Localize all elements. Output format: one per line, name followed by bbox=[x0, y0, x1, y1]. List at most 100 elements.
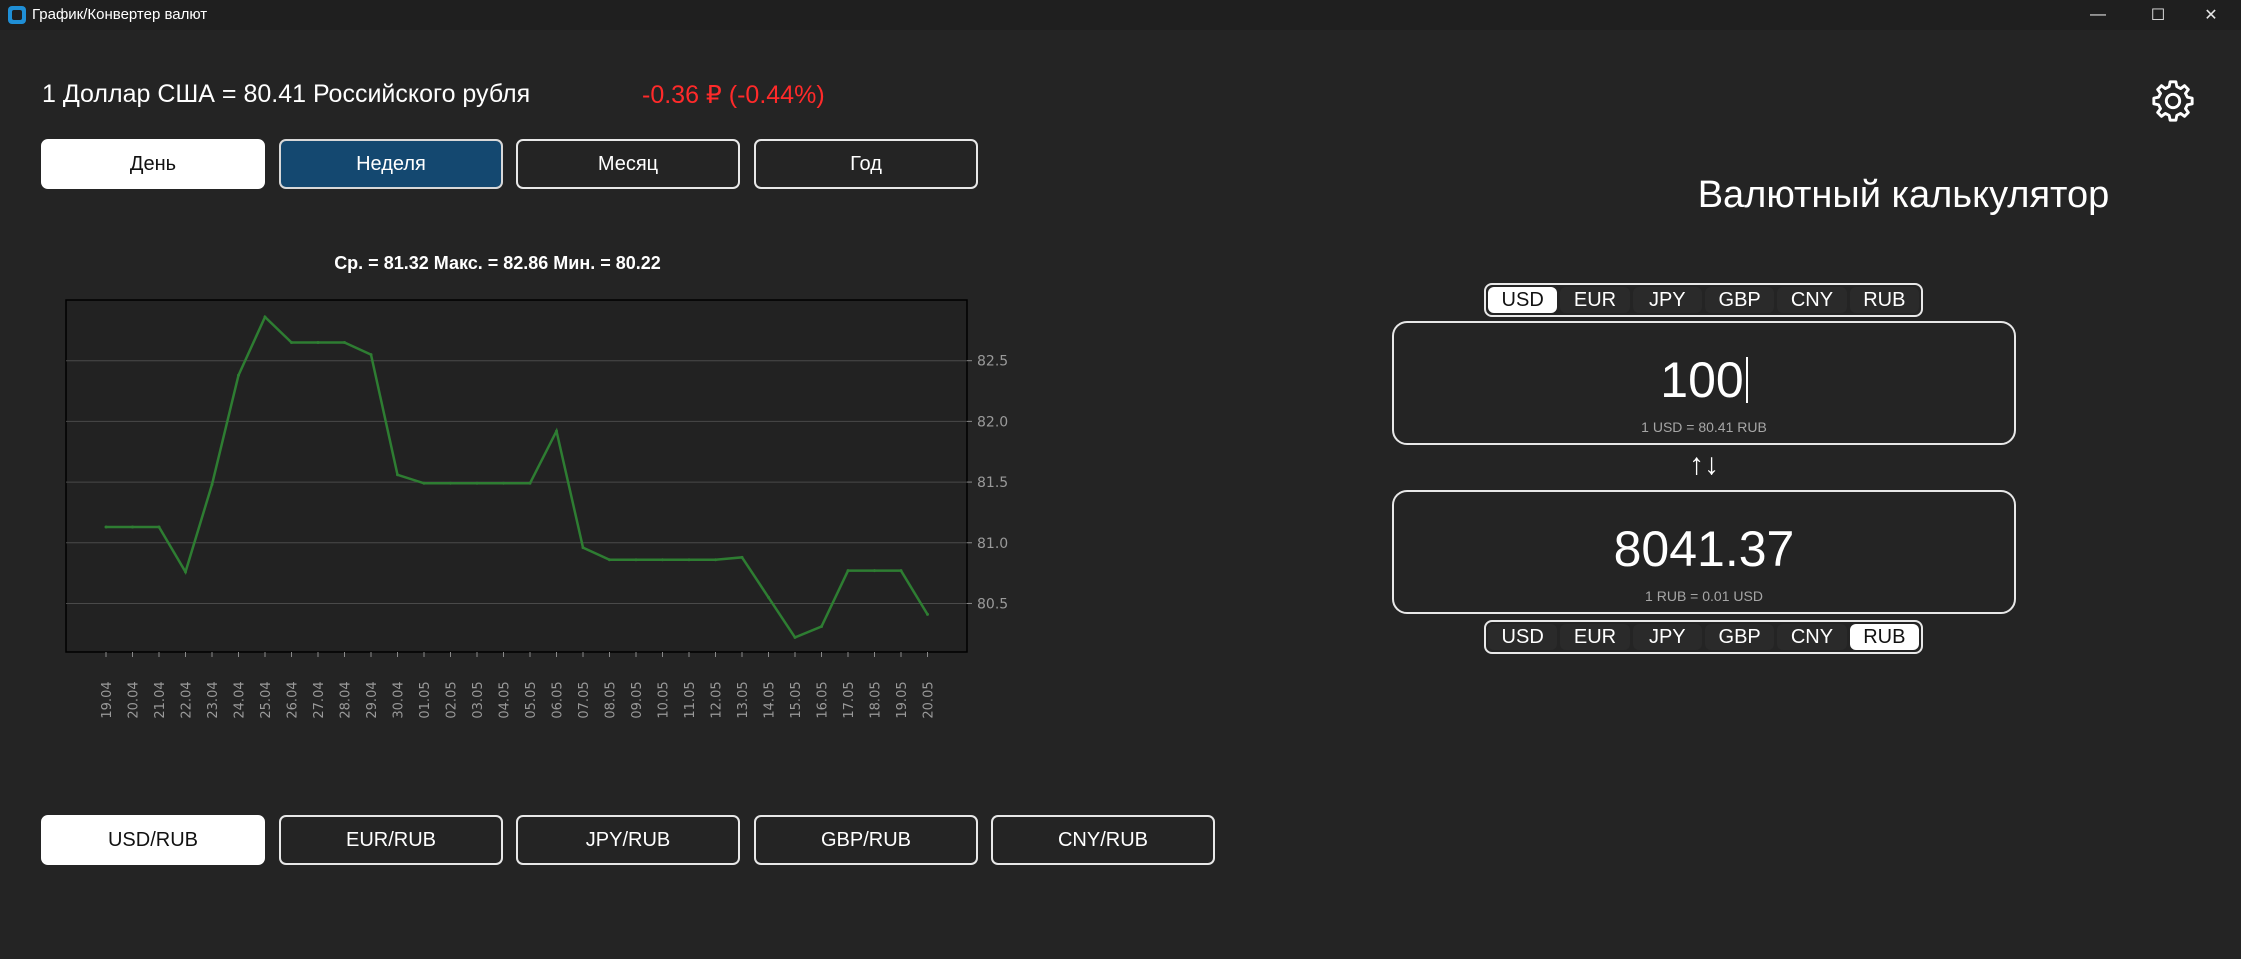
x-tick-label: 04.05 bbox=[498, 681, 513, 718]
data-point bbox=[926, 612, 929, 616]
to-currency-usd[interactable]: USD bbox=[1488, 624, 1558, 650]
data-point bbox=[104, 525, 108, 529]
rate-change: -0.36 ₽ (-0.44%) bbox=[642, 81, 825, 109]
to-currency-eur[interactable]: EUR bbox=[1560, 624, 1630, 650]
x-tick-label: 20.05 bbox=[922, 681, 937, 718]
x-tick-label: 19.05 bbox=[895, 681, 910, 718]
x-tick-label: 13.05 bbox=[736, 681, 751, 718]
period-month-button[interactable]: Месяц bbox=[516, 139, 740, 189]
data-point bbox=[316, 340, 320, 344]
to-currency-cny[interactable]: CNY bbox=[1777, 624, 1847, 650]
data-point bbox=[369, 353, 373, 357]
from-currency-usd[interactable]: USD bbox=[1488, 287, 1558, 313]
data-point bbox=[396, 473, 399, 477]
x-tick-label: 12.05 bbox=[710, 681, 725, 718]
data-point bbox=[740, 555, 744, 559]
data-point bbox=[449, 481, 452, 485]
x-tick-label: 26.04 bbox=[286, 681, 301, 718]
pair-usd-rub-button[interactable]: USD/RUB bbox=[41, 815, 265, 865]
pair-cny-rub-button[interactable]: CNY/RUB bbox=[991, 815, 1215, 865]
data-point bbox=[237, 373, 240, 377]
data-point bbox=[793, 635, 797, 639]
from-currency-gbp[interactable]: GBP bbox=[1704, 287, 1775, 313]
data-point bbox=[714, 558, 717, 562]
y-tick-label: 82.5 bbox=[977, 354, 1008, 370]
data-point bbox=[422, 481, 426, 485]
data-point bbox=[634, 558, 638, 562]
from-amount-field[interactable]: 100 1 USD = 80.41 RUB bbox=[1392, 321, 2016, 445]
data-point bbox=[661, 558, 664, 562]
from-currency-jpy[interactable]: JPY bbox=[1632, 287, 1702, 313]
x-tick-label: 24.04 bbox=[233, 681, 248, 718]
app-icon bbox=[8, 6, 26, 24]
data-point bbox=[767, 595, 770, 599]
data-point bbox=[343, 340, 346, 344]
data-point bbox=[290, 340, 293, 344]
data-point bbox=[873, 569, 876, 573]
x-tick-label: 28.04 bbox=[339, 681, 354, 718]
data-point bbox=[131, 525, 134, 529]
window-title: График/Конвертер валют bbox=[32, 6, 208, 23]
data-point bbox=[687, 558, 691, 562]
x-tick-label: 19.04 bbox=[100, 681, 115, 718]
close-button[interactable]: ✕ bbox=[2181, 0, 2241, 30]
x-tick-label: 20.04 bbox=[127, 681, 142, 718]
x-tick-label: 27.04 bbox=[312, 681, 327, 718]
x-tick-label: 30.04 bbox=[392, 681, 407, 718]
to-currency-jpy[interactable]: JPY bbox=[1632, 624, 1702, 650]
x-tick-label: 01.05 bbox=[418, 681, 433, 718]
maximize-button[interactable]: ☐ bbox=[2128, 0, 2188, 30]
y-tick-label: 80.5 bbox=[977, 596, 1008, 612]
from-currency-cny[interactable]: CNY bbox=[1777, 287, 1847, 313]
to-currency-gbp[interactable]: GBP bbox=[1704, 624, 1775, 650]
gear-icon[interactable] bbox=[2150, 78, 2196, 124]
to-amount-value: 8041.37 bbox=[1613, 521, 1795, 577]
x-tick-label: 05.05 bbox=[524, 681, 539, 718]
x-tick-label: 10.05 bbox=[657, 681, 672, 718]
data-point bbox=[899, 569, 903, 573]
from-currency-rub[interactable]: RUB bbox=[1849, 287, 1919, 313]
data-point bbox=[581, 546, 585, 550]
data-point bbox=[210, 482, 214, 486]
x-tick-label: 16.05 bbox=[816, 681, 831, 718]
calculator-title: Валютный калькулятор bbox=[1697, 174, 2110, 216]
x-tick-label: 23.04 bbox=[206, 681, 221, 718]
data-point bbox=[846, 569, 850, 573]
to-currency-rub[interactable]: RUB bbox=[1849, 624, 1919, 650]
to-rate-label: 1 RUB = 0.01 USD bbox=[1645, 588, 1763, 604]
period-year-button[interactable]: Год bbox=[754, 139, 978, 189]
from-currency-eur[interactable]: EUR bbox=[1560, 287, 1630, 313]
y-tick-label: 81.5 bbox=[977, 475, 1008, 491]
x-tick-label: 03.05 bbox=[471, 681, 486, 718]
to-amount-field[interactable]: 8041.37 1 RUB = 0.01 USD bbox=[1392, 490, 2016, 614]
rate-text: 1 Доллар США = 80.41 Российского рубля bbox=[42, 80, 531, 108]
plot-area bbox=[65, 299, 968, 653]
period-day-button[interactable]: День bbox=[41, 139, 265, 189]
x-tick-label: 25.04 bbox=[259, 681, 274, 718]
pair-gbp-rub-button[interactable]: GBP/RUB bbox=[754, 815, 978, 865]
data-point bbox=[184, 570, 187, 574]
period-week-button[interactable]: Неделя bbox=[279, 139, 503, 189]
data-point bbox=[157, 525, 161, 529]
y-tick-label: 82.0 bbox=[977, 414, 1008, 430]
x-tick-label: 06.05 bbox=[551, 681, 566, 718]
to-currency-selector: USD EUR JPY GBP CNY RUB bbox=[1484, 620, 1923, 654]
data-point bbox=[475, 481, 479, 485]
swap-arrows-icon[interactable]: ↑↓ bbox=[1676, 448, 1732, 482]
pair-jpy-rub-button[interactable]: JPY/RUB bbox=[516, 815, 740, 865]
pair-eur-rub-button[interactable]: EUR/RUB bbox=[279, 815, 503, 865]
data-point bbox=[608, 558, 611, 562]
chart-stats: Ср. = 81.32 Макс. = 82.86 Мин. = 80.22 bbox=[334, 253, 661, 273]
minimize-button[interactable]: — bbox=[2068, 0, 2128, 30]
x-tick-label: 08.05 bbox=[604, 681, 619, 718]
data-point bbox=[502, 481, 505, 485]
from-amount-value[interactable]: 100 bbox=[1660, 352, 1743, 408]
title-bar: График/Конвертер валют — ☐ ✕ bbox=[0, 0, 2241, 30]
y-tick-label: 81.0 bbox=[977, 536, 1008, 552]
text-caret bbox=[1745, 357, 1748, 403]
x-tick-label: 18.05 bbox=[869, 681, 884, 718]
data-point bbox=[555, 429, 558, 433]
x-tick-label: 02.05 bbox=[445, 681, 460, 718]
data-point bbox=[820, 625, 823, 629]
data-point bbox=[263, 315, 267, 319]
